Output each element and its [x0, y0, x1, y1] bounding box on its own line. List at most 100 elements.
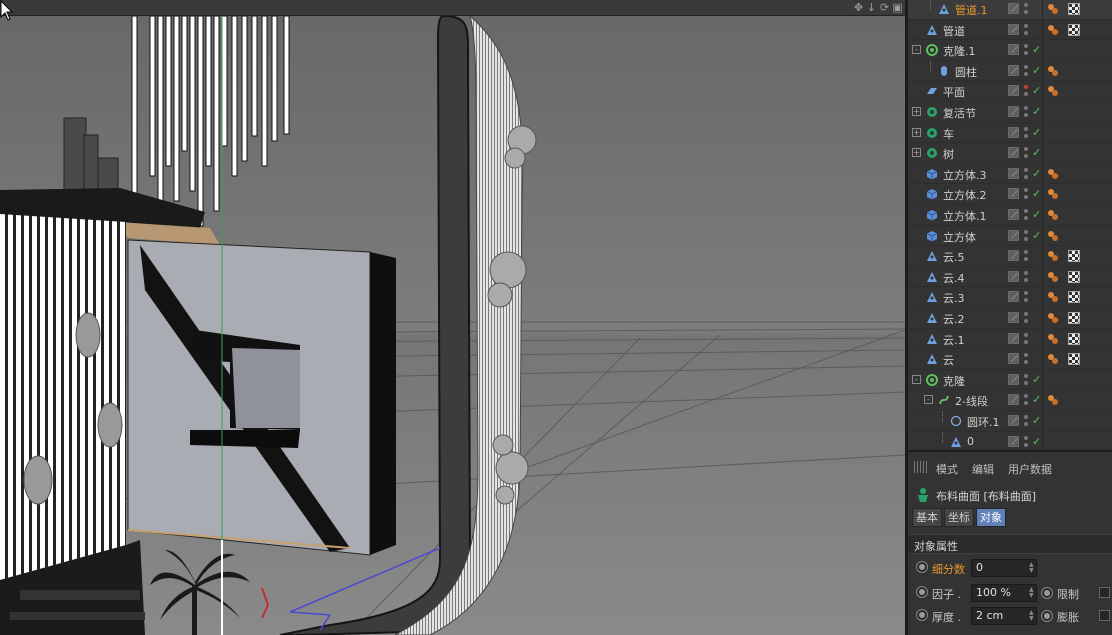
object-row[interactable]: 云: [908, 349, 1112, 370]
texture-tag-icon[interactable]: [1068, 250, 1080, 263]
object-name[interactable]: 克隆: [943, 373, 965, 389]
enabled-check-icon[interactable]: ✓: [1032, 84, 1041, 97]
object-row[interactable]: + 车 ✓: [908, 122, 1112, 144]
visibility-dots-icon[interactable]: [1024, 3, 1028, 15]
enabled-check-icon[interactable]: ✓: [1032, 414, 1041, 427]
visibility-dots-icon[interactable]: [1024, 147, 1028, 159]
object-row[interactable]: 立方体 ✓: [908, 225, 1112, 247]
layer-icon[interactable]: [1008, 394, 1019, 406]
layer-icon[interactable]: [1008, 270, 1019, 282]
visibility-dots-icon[interactable]: [1024, 209, 1028, 221]
object-row[interactable]: - 2-线段 ✓: [908, 390, 1112, 411]
expand-checkbox[interactable]: [1099, 610, 1110, 621]
material-tag-icon[interactable]: [1047, 353, 1059, 365]
material-tag-icon[interactable]: [1047, 230, 1059, 242]
texture-tag-icon[interactable]: [1068, 270, 1080, 283]
object-name[interactable]: 云.3: [943, 290, 965, 306]
enabled-check-icon[interactable]: ✓: [1032, 105, 1041, 118]
enabled-check-icon[interactable]: ✓: [1032, 167, 1041, 180]
rotate-icon[interactable]: ⟳: [879, 1, 890, 15]
object-manager[interactable]: 管道.1 管道 - 克隆.1 ✓ 圆柱 ✓ 平面 ✓ + 复活节 ✓ + 车 ✓ + 树 ✓ 立方体.3 ✓ 立方体.2…: [908, 0, 1112, 450]
animate-radio[interactable]: [916, 561, 928, 573]
enabled-check-icon[interactable]: ✓: [1032, 435, 1041, 448]
visibility-dots-icon[interactable]: [1024, 394, 1028, 406]
enabled-check-icon[interactable]: ✓: [1032, 146, 1041, 159]
visibility-dots-icon[interactable]: [1024, 23, 1028, 36]
visibility-dots-icon[interactable]: [1024, 332, 1028, 345]
limit-checkbox[interactable]: [1099, 587, 1110, 598]
visibility-dots-icon[interactable]: [1024, 250, 1028, 262]
texture-tag-icon[interactable]: [1068, 312, 1080, 324]
object-name[interactable]: 2-线段: [955, 393, 988, 409]
collapse-icon[interactable]: -: [912, 374, 921, 384]
object-row[interactable]: 圆环.1 ✓: [908, 411, 1112, 432]
object-name[interactable]: 云.5: [943, 249, 965, 265]
collapse-icon[interactable]: -: [912, 45, 921, 55]
object-row[interactable]: 云.2: [908, 308, 1112, 329]
object-name[interactable]: 管道.1: [955, 2, 988, 18]
menu-mode[interactable]: 模式: [936, 461, 958, 477]
layer-icon[interactable]: [1008, 3, 1019, 14]
texture-tag-icon[interactable]: [1068, 23, 1080, 36]
enabled-check-icon[interactable]: ✓: [1032, 126, 1041, 139]
object-name[interactable]: 0: [967, 435, 974, 448]
layer-icon[interactable]: [1008, 64, 1019, 76]
layer-icon[interactable]: [1008, 373, 1019, 385]
animate-radio[interactable]: [1041, 610, 1053, 622]
enabled-check-icon[interactable]: ✓: [1032, 373, 1041, 386]
object-row[interactable]: + 树 ✓: [908, 143, 1112, 164]
texture-tag-icon[interactable]: [1068, 291, 1080, 304]
visibility-dots-icon[interactable]: [1024, 126, 1028, 139]
object-name[interactable]: 云.1: [943, 332, 965, 348]
tab-object[interactable]: 对象: [976, 508, 1006, 527]
layer-icon[interactable]: [1008, 250, 1019, 262]
layer-icon[interactable]: [1008, 85, 1019, 97]
object-row[interactable]: + 复活节 ✓: [908, 102, 1112, 123]
visibility-dots-icon[interactable]: [1024, 188, 1028, 200]
material-tag-icon[interactable]: [1047, 24, 1059, 36]
material-tag-icon[interactable]: [1047, 250, 1059, 262]
object-name[interactable]: 立方体.2: [943, 187, 987, 203]
visibility-dots-icon[interactable]: [1024, 435, 1028, 448]
texture-tag-icon[interactable]: [1068, 353, 1080, 366]
layer-icon[interactable]: [1008, 291, 1019, 303]
object-row[interactable]: 云.5: [908, 246, 1112, 267]
object-name[interactable]: 云: [943, 352, 954, 368]
layer-icon[interactable]: [1008, 44, 1019, 56]
layer-icon[interactable]: [1008, 106, 1019, 117]
object-row[interactable]: 0 ✓: [908, 431, 1112, 450]
thickness-input[interactable]: 2 cm ▲ ▼: [971, 607, 1037, 625]
object-name[interactable]: 立方体.1: [943, 208, 987, 224]
object-row[interactable]: 立方体.2 ✓: [908, 184, 1112, 205]
tab-basic[interactable]: 基本: [912, 508, 942, 527]
tab-coord[interactable]: 坐标: [944, 508, 974, 527]
object-row[interactable]: 管道.1: [908, 0, 1112, 20]
object-row[interactable]: - 克隆.1 ✓: [908, 40, 1112, 61]
object-name[interactable]: 圆环.1: [967, 414, 1000, 430]
enabled-check-icon[interactable]: ✓: [1032, 208, 1041, 221]
enabled-check-icon[interactable]: ✓: [1032, 229, 1041, 242]
object-row[interactable]: 云.4: [908, 266, 1112, 288]
object-row[interactable]: 管道: [908, 19, 1112, 41]
texture-tag-icon[interactable]: [1068, 3, 1080, 15]
spinner-icon[interactable]: ▲ ▼: [1029, 587, 1034, 599]
maximize-icon[interactable]: ▣: [892, 1, 903, 15]
layer-icon[interactable]: [1008, 312, 1019, 323]
material-tag-icon[interactable]: [1047, 271, 1059, 283]
expand-icon[interactable]: +: [912, 107, 921, 116]
visibility-dots-icon[interactable]: [1024, 106, 1028, 118]
visibility-dots-icon[interactable]: [1024, 85, 1028, 97]
object-row[interactable]: 圆柱 ✓: [908, 60, 1112, 82]
object-name[interactable]: 云.4: [943, 270, 965, 286]
zoom-icon[interactable]: ↓: [866, 1, 877, 15]
object-row[interactable]: - 克隆 ✓: [908, 369, 1112, 391]
object-name[interactable]: 立方体.3: [943, 167, 987, 183]
object-name[interactable]: 云.2: [943, 311, 965, 327]
object-row[interactable]: 立方体.1 ✓: [908, 205, 1112, 226]
visibility-dots-icon[interactable]: [1024, 415, 1028, 427]
material-tag-icon[interactable]: [1047, 188, 1059, 200]
layer-icon[interactable]: [1008, 332, 1019, 344]
material-tag-icon[interactable]: [1047, 65, 1059, 77]
object-name[interactable]: 管道: [943, 23, 965, 39]
layer-icon[interactable]: [1008, 188, 1019, 200]
